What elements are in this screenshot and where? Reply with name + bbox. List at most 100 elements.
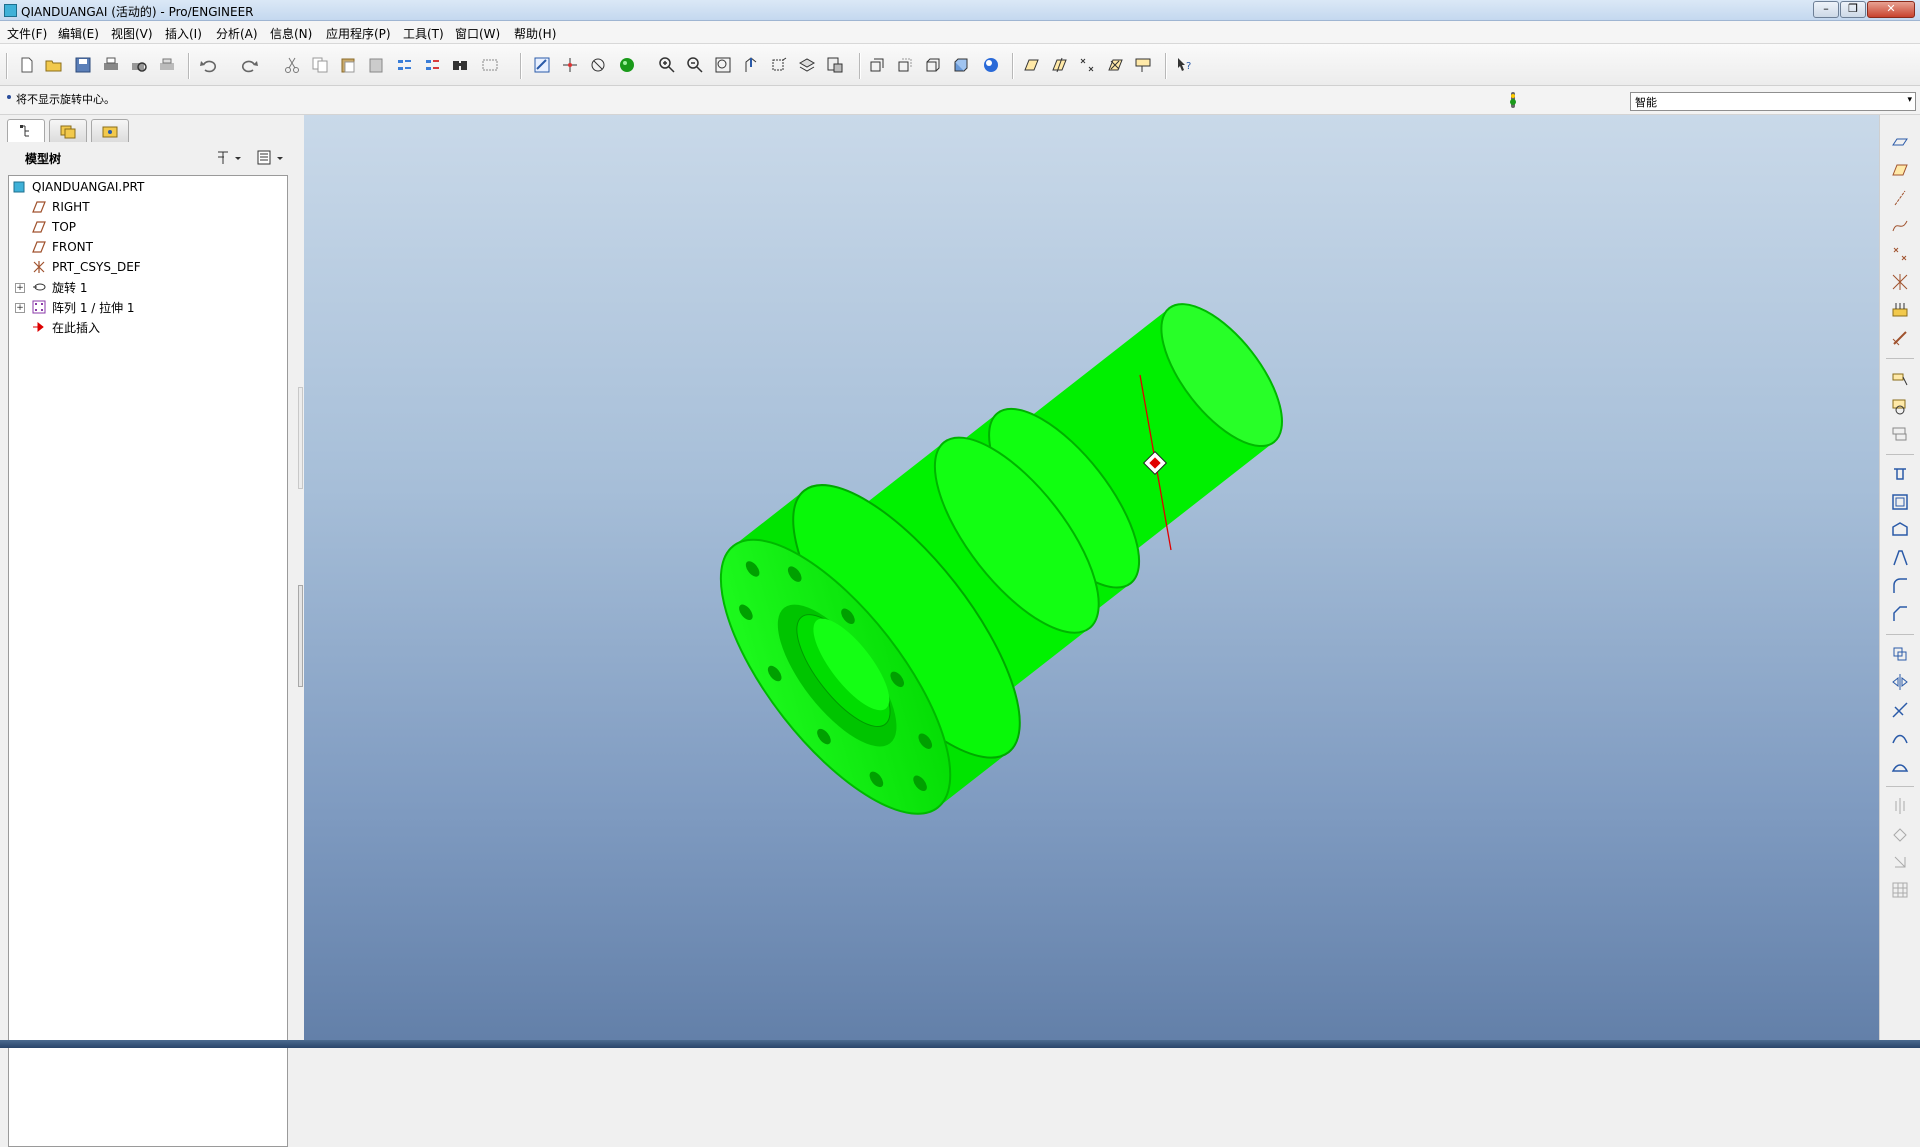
hole-tool-icon[interactable] [1890,464,1910,484]
tree-item-revolve[interactable]: 旋转 1 [32,278,87,296]
no-hidden-icon[interactable] [923,55,943,75]
menu-help[interactable]: 帮助(H) [514,25,556,42]
pattern-tool-icon[interactable] [1890,644,1910,664]
tree-item-top[interactable]: TOP [32,218,76,236]
orient-mode-icon[interactable] [588,55,608,75]
merge-tool-icon[interactable] [1890,728,1910,748]
maximize-button[interactable]: ❐ [1840,1,1866,18]
window-title: QIANDUANGAI (活动的) - Pro/ENGINEER [21,5,254,19]
chamfer-tool-icon[interactable] [1890,604,1910,624]
graphics-viewport[interactable] [304,115,1879,1048]
context-help-icon[interactable]: ? [1175,55,1195,75]
datum-plane-icon[interactable] [1890,160,1910,180]
send-mail-icon[interactable] [157,55,177,75]
menu-view[interactable]: 视图(V) [111,25,153,42]
datum-point-display-icon[interactable] [1077,55,1097,75]
datum-axis-icon[interactable] [1890,188,1910,208]
mirror-tool-icon[interactable] [1890,672,1910,692]
show-dropdown-icon[interactable] [255,149,287,167]
datum-curve-icon[interactable] [1890,216,1910,236]
tab-folder-browser[interactable] [49,119,87,142]
tree-item-pattern[interactable]: 阵列 1 / 拉伸 1 [32,298,135,316]
revolve-tool-icon[interactable] [1890,396,1910,416]
part-icon [12,180,26,194]
selection-filter-dropdown[interactable]: 智能 ▾ [1630,92,1916,111]
solidify-tool-icon[interactable] [1890,852,1910,872]
expand-toggle[interactable]: + [15,303,25,313]
reorient-icon[interactable] [741,55,761,75]
tab-favorites[interactable] [91,119,129,142]
thicken-tool-icon[interactable] [1890,824,1910,844]
regen-manager-icon[interactable] [422,55,442,75]
part-model-graphic [719,303,1283,815]
open-folder-icon[interactable] [44,55,64,75]
new-file-icon[interactable] [17,55,37,75]
save-icon[interactable] [73,55,93,75]
paste-special-icon[interactable] [366,55,386,75]
tab-model-tree[interactable] [7,119,45,142]
datum-plane-display-icon[interactable] [1021,55,1041,75]
saved-views-icon[interactable] [769,55,789,75]
redo-icon[interactable] [240,55,260,75]
expand-toggle[interactable]: + [15,283,25,293]
minimize-button[interactable]: – [1813,1,1839,18]
app-icon [4,4,17,17]
select-box-icon[interactable] [480,55,500,75]
menu-window[interactable]: 窗口(W) [455,25,500,42]
trim-tool-icon[interactable] [1890,700,1910,720]
csys-display-icon[interactable] [1105,55,1125,75]
sketch-tool-icon[interactable] [1890,328,1910,348]
layers-icon[interactable] [797,55,817,75]
draft-tool-icon[interactable] [1890,548,1910,568]
tree-item-right[interactable]: RIGHT [32,198,90,216]
menu-applications[interactable]: 应用程序(P) [326,25,391,42]
regenerate-icon[interactable] [394,55,414,75]
round-tool-icon[interactable] [1890,576,1910,596]
settings-dropdown-icon[interactable] [215,149,245,167]
tree-item-front[interactable]: FRONT [32,238,93,256]
paste-icon[interactable] [338,55,358,75]
close-button[interactable]: ✕ [1867,1,1915,18]
traffic-light-icon [1508,90,1518,110]
datum-axis-display-icon[interactable] [1049,55,1069,75]
print-icon[interactable] [101,55,121,75]
repaint-icon[interactable] [532,55,552,75]
tree-item-label: PRT_CSYS_DEF [52,260,141,274]
csys-tool-icon[interactable] [1890,272,1910,292]
tree-item-part[interactable]: QIANDUANGAI.PRT [12,178,144,196]
zoom-in-icon[interactable] [657,55,677,75]
menu-edit[interactable]: 编辑(E) [58,25,99,42]
search-icon[interactable] [450,55,470,75]
appearance-gallery-icon[interactable] [617,55,637,75]
spin-center-icon[interactable] [560,55,580,75]
menu-info[interactable]: 信息(N) [270,25,312,42]
refit-icon[interactable] [713,55,733,75]
extend-tool-icon[interactable] [1890,756,1910,776]
wireframe-icon[interactable] [867,55,887,75]
analysis-feature-icon[interactable] [1890,300,1910,320]
datum-point-icon[interactable] [1890,244,1910,264]
zoom-out-icon[interactable] [685,55,705,75]
menu-tools[interactable]: 工具(T) [403,25,444,42]
hidden-line-icon[interactable] [895,55,915,75]
enhanced-realism-icon[interactable] [981,55,1001,75]
extrude-tool-icon[interactable] [1890,368,1910,388]
undo-icon[interactable] [198,55,218,75]
cut-icon[interactable] [282,55,302,75]
menu-analysis[interactable]: 分析(A) [216,25,258,42]
view-manager-icon[interactable] [825,55,845,75]
copy-icon[interactable] [310,55,330,75]
datum-plane-tool-icon[interactable] [1890,132,1910,152]
menu-file[interactable]: 文件(F) [7,25,47,42]
offset-tool-icon[interactable] [1890,796,1910,816]
menu-insert[interactable]: 插入(I) [165,25,202,42]
shell-tool-icon[interactable] [1890,492,1910,512]
print-preview-icon[interactable] [129,55,149,75]
sweep-tool-icon[interactable] [1890,424,1910,444]
tree-item-csys[interactable]: PRT_CSYS_DEF [32,258,141,276]
tree-item-insert-here[interactable]: 在此插入 [32,318,100,336]
rib-tool-icon[interactable] [1890,520,1910,540]
shading-icon[interactable] [951,55,971,75]
annotation-display-icon[interactable] [1133,55,1153,75]
grid-tool-icon[interactable] [1890,880,1910,900]
